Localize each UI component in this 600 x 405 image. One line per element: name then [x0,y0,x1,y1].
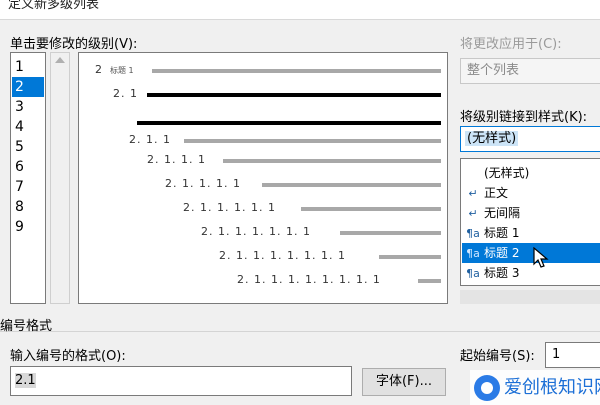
watermark-text: 爱创根知识网 [504,377,600,398]
style-option[interactable]: ¶a 标题 3 [462,263,600,283]
style-option-label: 标题 2 [484,246,520,260]
preview-number: 2. 1. 1. 1 [147,153,206,166]
right-panel-footer [460,290,600,304]
start-number-label: 起始编号(S): [460,349,535,364]
preview-number: 2. 1. 1. 1. 1. 1. 1 [201,225,311,238]
watermark-logo-icon [474,375,500,401]
level-item[interactable]: 3 [12,97,44,117]
linked-style-icon: ¶a [466,227,480,240]
preview-text-line [184,139,441,143]
mouse-pointer-icon [533,247,549,268]
preview-text-line [152,69,441,73]
number-format-input-label: 输入编号的格式(O): [10,349,126,364]
level-item[interactable]: 6 [12,157,44,177]
link-style-label: 将级别链接到样式(K): [460,110,588,125]
watermark: 爱创根知识网 [470,370,600,405]
preview-text-line [340,231,441,235]
link-style-list[interactable]: (无样式) ↵ 正文 ↵ 无间隔 ¶a 标题 1 ¶a 标题 2 ¶a 标题 3 [460,158,600,286]
start-number-spinner[interactable]: 1 [545,342,600,368]
preview-text-line [379,255,441,259]
level-list[interactable]: 123456789 [10,52,46,304]
style-option-label: 标题 1 [484,226,520,240]
preview-number: 2. 1. 1. 1. 1. 1. 1. 1. 1 [237,273,381,286]
preview-text-line [137,121,441,125]
style-option-label: (无样式) [484,166,530,180]
number-format-value: 2.1 [15,373,36,388]
preview-number: 2. 1. 1. 1. 1. 1 [183,201,276,214]
level-item[interactable]: 7 [12,177,44,197]
level-item[interactable]: 4 [12,117,44,137]
linked-style-icon: ¶a [466,247,480,260]
style-option-label: 正文 [484,186,509,200]
style-option[interactable]: (无样式) [462,163,600,183]
preview-text-line [301,207,441,211]
style-option[interactable]: ↵ 正文 [462,183,600,203]
level-item[interactable]: 8 [12,197,44,217]
preview-style-name: 标题 1 [110,66,134,75]
font-button[interactable]: 字体(F)... [362,368,446,396]
preview-number: 2. 1. 1. 1. 1 [165,177,241,190]
level-item[interactable]: 5 [12,137,44,157]
preview-text-line [262,183,441,187]
paragraph-mark-icon: ↵ [468,187,478,200]
list-preview: 2 标题 1 2. 1 2. 1. 1 2. 1. 1. 1 2. 1. 1. 1. 1 2… [78,52,448,304]
dialog-title-bar: 定义新多级列表 [0,0,600,20]
level-item[interactable]: 2 [12,77,44,97]
scroll-up-icon[interactable] [55,57,65,63]
link-style-combo[interactable]: (无样式) [460,126,600,152]
apply-to-dropdown[interactable]: 整个列表 [460,58,600,84]
number-format-section-label: 编号格式 [0,319,53,334]
link-style-value: (无样式) [465,131,519,146]
preview-text-line [418,279,441,283]
paragraph-mark-icon: ↵ [468,207,478,220]
preview-text-line [223,159,441,163]
linked-style-icon: ¶a [466,267,480,280]
dialog-title: 定义新多级列表 [8,0,100,12]
style-option-label: 无间隔 [484,206,521,220]
level-list-scroll-area [50,52,70,304]
style-option[interactable]: ¶a 标题 2 [462,243,600,263]
style-option[interactable]: ↵ 无间隔 [462,203,600,223]
preview-number: 2 [95,63,103,76]
number-format-input[interactable]: 2.1 [10,366,352,396]
style-option[interactable]: ¶a 标题 1 [462,223,600,243]
preview-number: 2. 1 [113,87,138,100]
preview-text-line [147,93,441,97]
level-item[interactable]: 9 [12,217,44,237]
style-option-label: 标题 3 [484,266,520,280]
section-divider [0,331,600,332]
level-list-label: 单击要修改的级别(V): [10,37,138,52]
apply-to-label: 将更改应用于(C): [460,37,562,52]
preview-number: 2. 1. 1. 1. 1. 1. 1. 1 [219,249,346,262]
level-item[interactable]: 1 [12,57,44,77]
preview-number: 2. 1. 1 [129,133,171,146]
